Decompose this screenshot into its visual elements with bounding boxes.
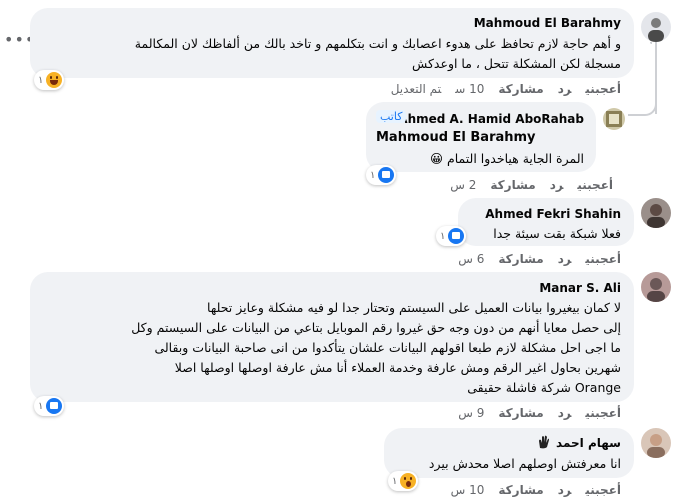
share-button[interactable]: مشاركة <box>498 483 543 497</box>
comment-text-line: ما اجى احل مشكلة لازم طبعا اقولهم البيان… <box>154 340 621 355</box>
edited-label: تم التعديل <box>390 82 442 96</box>
reply-button[interactable]: رد <box>558 82 572 96</box>
like-button[interactable]: أعجبني <box>585 82 621 96</box>
avatar[interactable] <box>641 12 671 42</box>
reaction-summary[interactable]: ١ <box>388 471 419 491</box>
share-button[interactable]: مشاركة <box>498 252 543 266</box>
comment-author[interactable]: Manar S. Ali <box>539 281 621 295</box>
comment-text-line: لا كمان بيغيروا بيانات العميل على السيست… <box>207 300 621 315</box>
comment-actions: أعجبني رد مشاركة 10 س تم التعديل <box>377 82 621 96</box>
waving-hand-icon <box>536 434 552 454</box>
like-button[interactable]: أعجبني <box>585 483 621 497</box>
comment-text-line: إلى حصل معايا أنهم من دون وجه حق غيروا ر… <box>131 320 621 335</box>
reply-thread-line <box>650 42 652 44</box>
like-reaction-icon <box>46 398 63 414</box>
like-button[interactable]: أعجبني <box>585 406 621 420</box>
reply-button[interactable]: رد <box>558 483 572 497</box>
comment-text: فعلا شبكة بقت سيئة جدا <box>493 226 621 241</box>
timestamp[interactable]: 10 س <box>455 82 484 96</box>
like-button[interactable]: أعجبني <box>577 178 613 192</box>
comment-actions: أعجبني رد مشاركة 2 س <box>436 178 613 192</box>
comment-text: المرة الجاية هياخدوا التمام 😀 <box>429 151 584 166</box>
mention-link[interactable]: Mahmoud El Barahmy <box>376 130 536 145</box>
comment-author[interactable]: Ahmed A. Hamid AboRahab <box>398 112 584 126</box>
timestamp[interactable]: 10 س <box>451 483 485 497</box>
comment-text-line: شهرين بحاول اغير الرقم ومش عارفة وخدمة ا… <box>174 360 621 375</box>
reaction-summary[interactable]: ١ <box>34 396 65 416</box>
comment-text-line: مسجلة لكن المشكلة تتحل ، ما اوعدكش <box>412 56 621 71</box>
share-button[interactable]: مشاركة <box>498 82 543 96</box>
author-badge: كاتب <box>376 110 407 123</box>
avatar[interactable] <box>641 198 671 228</box>
comment-text: انا معرفتش اوصلهم اصلا محدش بيرد <box>428 456 621 471</box>
comment-author[interactable]: Mahmoud El Barahmy <box>474 16 621 30</box>
comment-actions: أعجبني رد مشاركة 6 س <box>444 252 621 266</box>
comment-actions: أعجبني رد مشاركة 9 س <box>444 406 621 420</box>
like-reaction-icon <box>378 167 395 183</box>
avatar[interactable] <box>641 272 671 302</box>
share-button[interactable]: مشاركة <box>498 406 543 420</box>
reply-button[interactable]: رد <box>558 252 572 266</box>
like-reaction-icon <box>448 228 465 244</box>
comment-text-line: و أهم حاجة لازم تحافظ على هدوء اعصابك و … <box>134 36 621 51</box>
timestamp[interactable]: 9 س <box>458 406 484 420</box>
comment-text-line: Orange شركة فاشلة حقيقى <box>467 380 621 395</box>
comment-author[interactable]: Ahmed Fekri Shahin <box>485 207 621 221</box>
reply-button[interactable]: رد <box>558 406 572 420</box>
timestamp[interactable]: 6 س <box>458 252 484 266</box>
reply-button[interactable]: رد <box>550 178 564 192</box>
timestamp[interactable]: 2 س <box>450 178 476 192</box>
comment-actions: أعجبني رد مشاركة 10 س <box>437 483 621 497</box>
wow-emoji-icon <box>400 473 417 489</box>
reaction-summary[interactable]: ١ <box>366 165 397 185</box>
reaction-summary[interactable]: ١ <box>34 70 65 90</box>
reaction-summary[interactable]: ١ <box>436 226 467 246</box>
comment-author[interactable]: سهام احمد <box>556 436 621 450</box>
reply-thread-curve <box>628 98 657 116</box>
share-button[interactable]: مشاركة <box>490 178 535 192</box>
haha-emoji-icon <box>46 72 63 88</box>
avatar[interactable] <box>603 108 625 130</box>
like-button[interactable]: أعجبني <box>585 252 621 266</box>
avatar[interactable] <box>641 428 671 458</box>
